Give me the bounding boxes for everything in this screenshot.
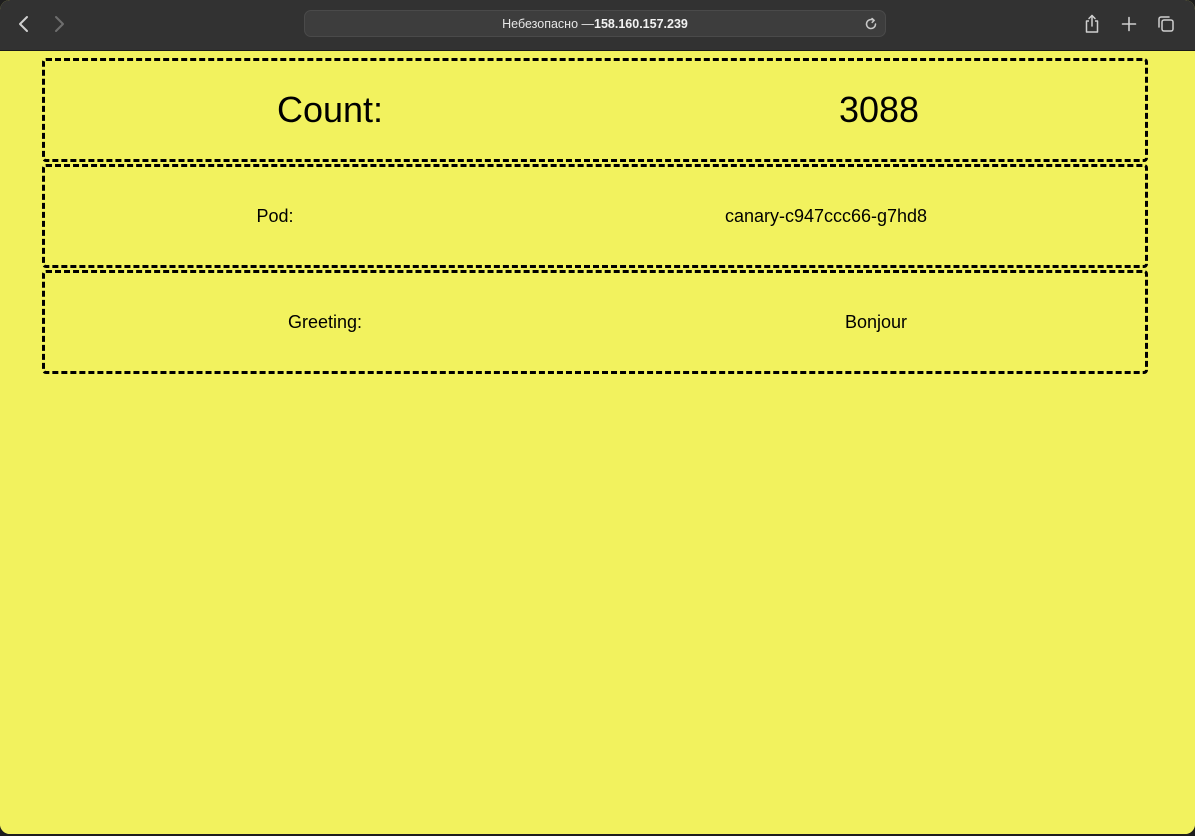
greeting-row: Greeting: Bonjour — [42, 270, 1148, 374]
browser-window: Небезопасно — 158.160.157.239 Count: 308… — [0, 0, 1195, 834]
greeting-label: Greeting: — [287, 311, 363, 332]
pod-label: Pod: — [256, 205, 294, 226]
reload-icon — [865, 17, 877, 30]
tabs-overview-button[interactable] — [1154, 12, 1178, 36]
share-icon — [1085, 14, 1099, 33]
count-label: Count: — [276, 89, 384, 130]
tabs-overview-icon — [1158, 16, 1174, 32]
forward-button[interactable] — [47, 12, 71, 36]
greeting-value: Bonjour — [844, 311, 908, 332]
new-tab-button[interactable] — [1117, 12, 1141, 36]
count-row: Count: 3088 — [42, 58, 1148, 162]
address-bar[interactable]: Небезопасно — 158.160.157.239 — [304, 10, 886, 37]
count-value: 3088 — [838, 89, 920, 130]
pod-row: Pod: canary-c947ccc66-g7hd8 — [42, 164, 1148, 268]
reload-button[interactable] — [862, 15, 880, 33]
chevron-left-icon — [19, 16, 28, 32]
back-button[interactable] — [12, 12, 36, 36]
chevron-right-icon — [55, 16, 64, 32]
page-content: Count: 3088 Pod: canary-c947ccc66-g7hd8 … — [0, 51, 1195, 834]
plus-icon — [1121, 16, 1137, 32]
browser-toolbar: Небезопасно — 158.160.157.239 — [0, 0, 1195, 51]
address-host: 158.160.157.239 — [594, 16, 688, 31]
pod-value: canary-c947ccc66-g7hd8 — [724, 205, 928, 226]
share-button[interactable] — [1080, 12, 1104, 36]
address-security-label: Небезопасно — — [502, 16, 595, 31]
